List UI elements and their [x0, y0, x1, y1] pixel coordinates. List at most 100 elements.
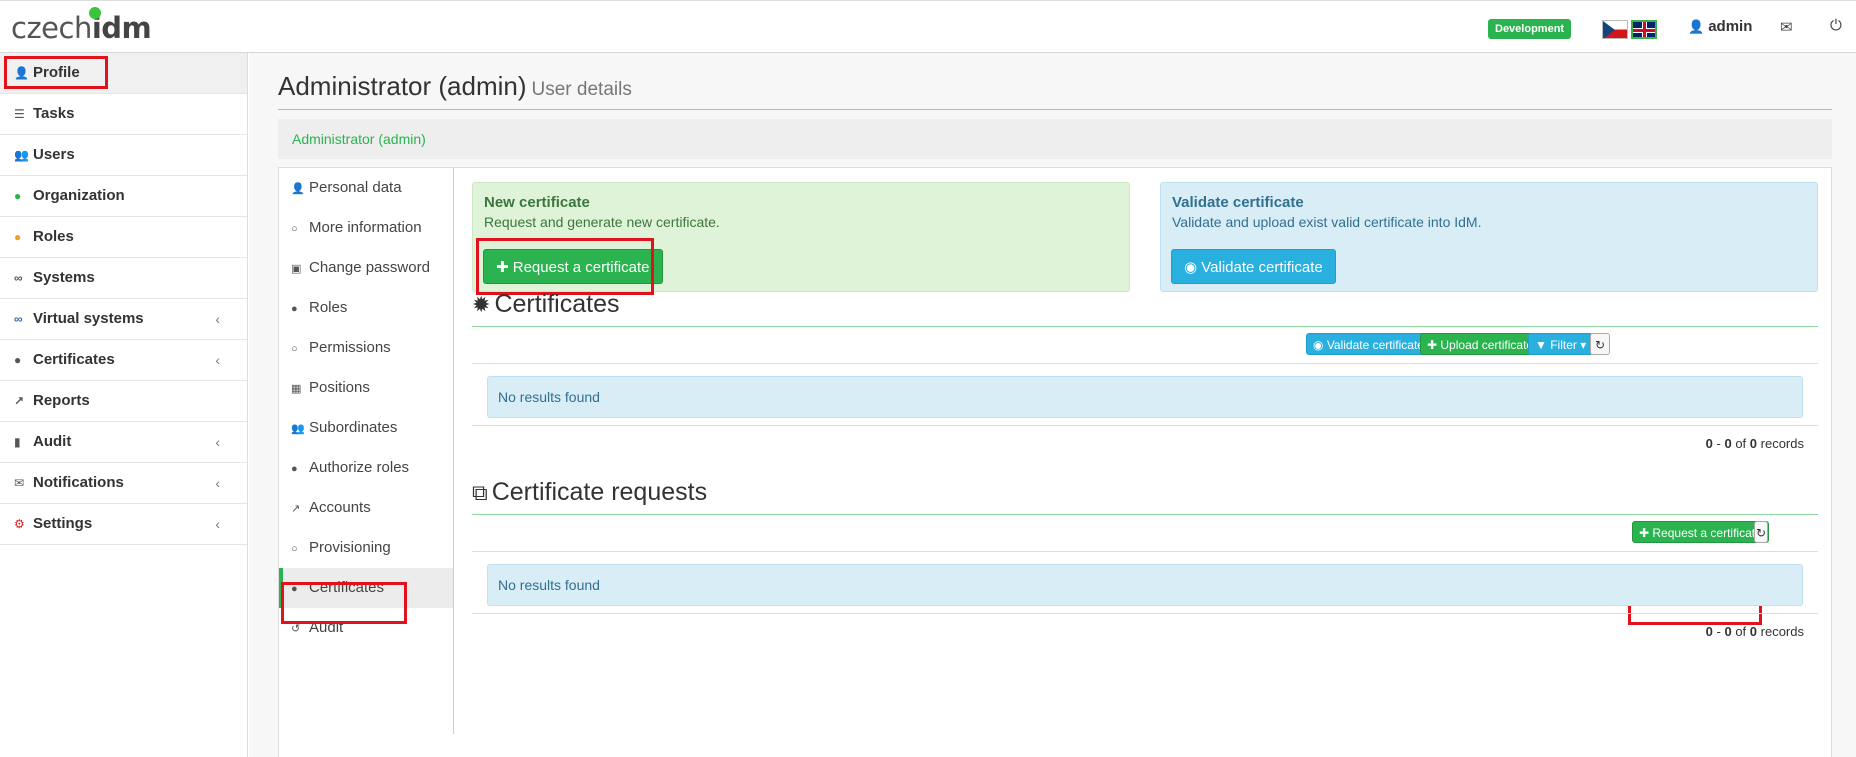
chevron-left-icon: ‹ [215, 434, 220, 450]
sidebar-item-settings[interactable]: ⚙ Settings ‹ [0, 504, 247, 545]
user-icon: 👤 [1688, 19, 1705, 34]
chart-icon: ↗ [14, 394, 25, 408]
user-menu[interactable]: 👤 admin [1688, 18, 1752, 35]
divider [472, 363, 1818, 364]
page-subtitle: User details [531, 79, 632, 100]
certificate-requests-records-count: 0 - 0 of 0 records [1705, 624, 1804, 639]
subnav-item-positions[interactable]: ▦ Positions [279, 368, 453, 408]
breadcrumb: Administrator (admin) [278, 119, 1832, 159]
subnav-item-authorize-roles[interactable]: ● Authorize roles [279, 448, 453, 488]
certificates-content: New certificate Request and generate new… [472, 168, 1818, 757]
tree-icon: ● [14, 189, 22, 203]
sidebar-item-virtual-systems[interactable]: ∞ Virtual systems ‹ [0, 299, 247, 340]
refresh-icon[interactable]: ↻ [1590, 333, 1610, 355]
request-certificate-small-button[interactable]: ✚ Request a certificate [1632, 521, 1769, 543]
subnav-item-permissions[interactable]: ○ Permissions [279, 328, 453, 368]
envelope-icon[interactable]: ✉ [1780, 18, 1793, 36]
highlight-box [476, 238, 654, 295]
page-title: Administrator (admin) [278, 71, 527, 101]
chevron-left-icon: ‹ [215, 311, 220, 327]
czech-flag-icon[interactable] [1602, 20, 1628, 39]
sidebar-item-users[interactable]: 👥 Users [0, 135, 247, 176]
filter-icon: ▼ [1535, 338, 1551, 352]
subnav-item-more-information[interactable]: ○ More information [279, 208, 453, 248]
validate-certificate-small-button[interactable]: ◉ Validate certificate [1306, 333, 1431, 355]
validate-certificate-box: Validate certificate Validate and upload… [1160, 182, 1818, 292]
detail-panel: 👤 Personal data ○ More information ▣ Change… [278, 167, 1832, 757]
filter-button[interactable]: ▼ Filter ▾ [1528, 333, 1594, 355]
page-header: Administrator (admin) User details [278, 71, 1832, 110]
bar-chart-icon: ▮ [14, 435, 21, 449]
role-icon: ● [14, 230, 22, 244]
certificates-records-count: 0 - 0 of 0 records [1705, 436, 1804, 451]
sidebar-item-tasks[interactable]: ☰ Tasks [0, 94, 247, 135]
chevron-left-icon: ‹ [215, 516, 220, 532]
link-icon: ∞ [14, 312, 23, 326]
certificate-request-icon: ⧉ [472, 480, 488, 505]
subnav-item-personal-data[interactable]: 👤 Personal data [279, 168, 453, 208]
users-icon: 👥 [291, 423, 305, 435]
highlight-box [281, 582, 407, 624]
certificates-heading: ✹ Certificates [472, 290, 1818, 327]
sidebar-item-certificates[interactable]: ● Certificates ‹ [0, 340, 247, 381]
username: admin [1708, 18, 1753, 35]
detail-subnav: 👤 Personal data ○ More information ▣ Change… [279, 168, 454, 734]
external-link-icon: ↗ [291, 503, 301, 515]
validate-certificate-text: Validate and upload exist valid certific… [1172, 214, 1482, 230]
english-flag-icon[interactable] [1631, 20, 1657, 39]
role-icon: ● [291, 303, 298, 315]
plus-icon: ✚ [1427, 338, 1441, 352]
refresh-icon[interactable]: ↻ [1754, 521, 1768, 543]
app-logo[interactable]: czechidm [11, 11, 152, 45]
sidebar-item-organization[interactable]: ● Organization [0, 176, 247, 217]
certificate-requests-heading: ⧉ Certificate requests [472, 478, 1818, 515]
divider [472, 613, 1818, 614]
building-icon: ▦ [291, 383, 302, 395]
subnav-item-roles[interactable]: ● Roles [279, 288, 453, 328]
tasks-icon: ☰ [14, 107, 25, 121]
subnav-item-provisioning[interactable]: ○ Provisioning [279, 528, 453, 568]
user-icon: 👤 [291, 183, 305, 195]
top-navbar: czechidm Development 👤 admin ✉ ⏻ [0, 0, 1856, 53]
sidebar: 👤 Profile ☰ Tasks 👥 Users ● Organization ● Ro… [0, 53, 248, 757]
caret-down-icon: ▾ [1576, 338, 1587, 352]
sidebar-item-reports[interactable]: ↗ Reports [0, 381, 247, 422]
certificate-requests-empty-message: No results found [487, 564, 1803, 606]
divider [472, 551, 1818, 552]
main-content: Administrator (admin) User details Admini… [249, 53, 1856, 757]
divider [472, 425, 1818, 426]
environment-badge: Development [1488, 19, 1572, 39]
subnav-item-accounts[interactable]: ↗ Accounts [279, 488, 453, 528]
certificates-empty-message: No results found [487, 376, 1803, 418]
validate-certificate-title: Validate certificate [1172, 194, 1304, 211]
sidebar-item-systems[interactable]: ∞ Systems [0, 258, 247, 299]
circle-outline-icon: ○ [291, 223, 298, 235]
sidebar-item-audit[interactable]: ▮ Audit ‹ [0, 422, 247, 463]
role-icon: ● [291, 463, 298, 475]
breadcrumb-link[interactable]: Administrator (admin) [292, 131, 426, 147]
new-certificate-text: Request and generate new certificate. [484, 214, 720, 230]
certificate-badge-icon: ✹ [472, 292, 491, 317]
cog-icon: ⚙ [14, 517, 25, 531]
plus-icon: ✚ [1639, 526, 1653, 540]
eye-icon: ◉ [1184, 259, 1202, 276]
envelope-icon: ✉ [14, 476, 25, 490]
power-icon[interactable]: ⏻ [1830, 17, 1842, 34]
circle-outline-icon: ○ [291, 543, 298, 555]
validate-certificate-button[interactable]: ◉ Validate certificate [1171, 249, 1336, 284]
circle-outline-icon: ○ [291, 343, 298, 355]
link-icon: ∞ [14, 271, 23, 285]
subnav-item-change-password[interactable]: ▣ Change password [279, 248, 453, 288]
chevron-left-icon: ‹ [215, 475, 220, 491]
upload-certificate-button[interactable]: ✚ Upload certificate [1420, 333, 1541, 355]
subnav-item-subordinates[interactable]: 👥 Subordinates [279, 408, 453, 448]
chevron-left-icon: ‹ [215, 352, 220, 368]
highlight-box [4, 56, 108, 89]
circle-icon: ● [14, 353, 22, 367]
sidebar-item-roles[interactable]: ● Roles [0, 217, 247, 258]
sidebar-item-notifications[interactable]: ✉ Notifications ‹ [0, 463, 247, 504]
logo-dot [89, 7, 101, 19]
users-icon: 👥 [14, 148, 29, 162]
lock-icon: ▣ [291, 263, 302, 275]
eye-icon: ◉ [1313, 338, 1327, 352]
